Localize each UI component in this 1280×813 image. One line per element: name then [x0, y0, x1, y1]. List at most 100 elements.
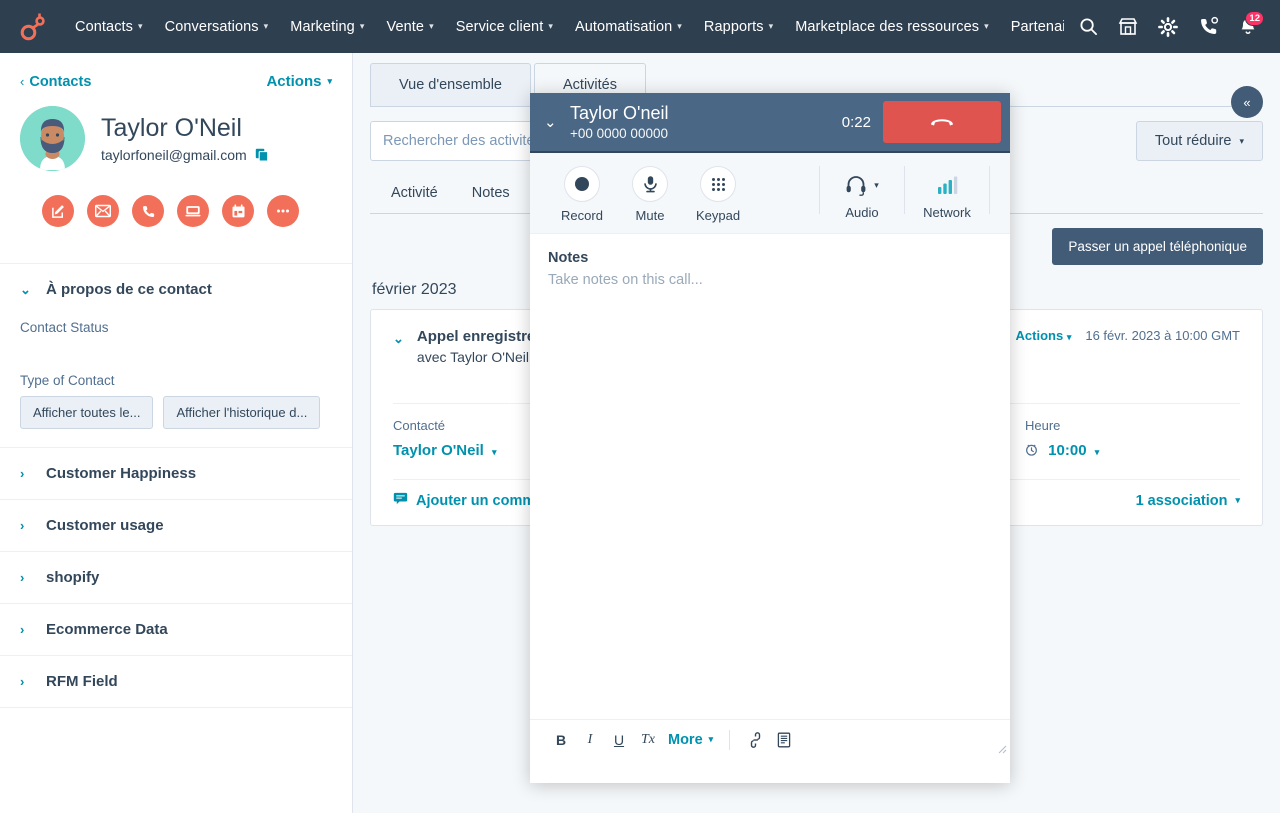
- microphone-icon: [632, 166, 668, 202]
- keypad-grid-icon: [700, 166, 736, 202]
- resize-handle[interactable]: [995, 742, 1007, 757]
- collapse-all-label: Tout réduire: [1155, 133, 1232, 149]
- audio-label: Audio: [822, 205, 902, 220]
- contact-sidebar: ‹ Contacts Actions ▾: [0, 53, 353, 813]
- task-calendar-icon[interactable]: [222, 195, 254, 227]
- notes-title: Notes: [548, 250, 992, 266]
- call-icon[interactable]: [132, 195, 164, 227]
- notes-editor-area[interactable]: [530, 288, 1010, 719]
- actions-dropdown[interactable]: Actions ▾: [266, 73, 332, 90]
- subtab-notes[interactable]: Notes: [472, 185, 510, 213]
- contacted-value[interactable]: Taylor O'Neil ▾: [393, 442, 497, 459]
- chevron-down-icon: ▾: [984, 21, 989, 32]
- make-phone-call-button[interactable]: Passer un appel téléphonique: [1052, 228, 1263, 265]
- call-timer: 0:22: [842, 114, 871, 131]
- activity-column-contacted: Contacté Taylor O'Neil ▾: [393, 418, 497, 459]
- record-control[interactable]: Record: [548, 166, 616, 223]
- sidebar-section-label: Ecommerce Data: [46, 621, 168, 638]
- italic-icon[interactable]: I: [577, 727, 603, 753]
- caret-down-icon: ▾: [492, 447, 497, 457]
- more-label: More: [668, 732, 703, 748]
- sidebar-section-ecommerce-data[interactable]: › Ecommerce Data: [0, 604, 352, 656]
- nav-item-service-client[interactable]: Service client ▾: [445, 0, 564, 53]
- more-ellipsis-icon[interactable]: [267, 195, 299, 227]
- nav-item-conversations[interactable]: Conversations ▾: [154, 0, 280, 53]
- association-label: 1 association: [1136, 493, 1228, 509]
- chevron-down-icon: ▾: [138, 21, 143, 32]
- nav-item-vente[interactable]: Vente ▾: [375, 0, 444, 53]
- subtab-label: Notes: [472, 185, 510, 201]
- underline-icon[interactable]: U: [606, 727, 632, 753]
- email-icon[interactable]: [87, 195, 119, 227]
- search-icon[interactable]: [1070, 9, 1106, 45]
- activity-timestamp: 16 févr. 2023 à 10:00 GMT: [1085, 328, 1240, 343]
- back-to-contacts-link[interactable]: ‹ Contacts: [20, 74, 91, 90]
- chevron-down-icon: ▾: [264, 21, 269, 32]
- chevron-down-icon: ▾: [677, 21, 682, 32]
- associations-dropdown[interactable]: 1 association ▾: [1136, 493, 1240, 509]
- collapse-all-button[interactable]: Tout réduire ▾: [1136, 121, 1263, 161]
- tab-vue-densemble[interactable]: Vue d'ensemble: [370, 63, 531, 106]
- nav-item-automatisation[interactable]: Automatisation ▾: [564, 0, 693, 53]
- mute-label: Mute: [616, 208, 684, 223]
- actions-label: Actions: [266, 73, 321, 90]
- notifications-bell-icon[interactable]: 12: [1230, 9, 1266, 45]
- chevron-right-icon: ›: [20, 570, 30, 585]
- sidebar-section-customer-happiness[interactable]: › Customer Happiness: [0, 447, 352, 500]
- link-icon[interactable]: [742, 727, 768, 753]
- nav-label: Marketing: [290, 19, 355, 35]
- nav-item-contacts[interactable]: Contacts ▾: [64, 0, 154, 53]
- toolbar-divider: [729, 730, 730, 750]
- sidebar-section-rfm-field[interactable]: › RFM Field: [0, 656, 352, 708]
- activity-actions-label: Actions: [1016, 328, 1064, 343]
- caller-name: Taylor O'neil: [570, 103, 842, 124]
- marketplace-icon[interactable]: [1110, 9, 1146, 45]
- call-notes-header: Notes Take notes on this call...: [530, 234, 1010, 288]
- clock-icon: [1025, 442, 1042, 459]
- sidebar-section-label: À propos de ce contact: [46, 281, 212, 298]
- bold-icon[interactable]: B: [548, 727, 574, 753]
- sidebar-section-about[interactable]: ⌄ À propos de ce contact: [0, 264, 352, 298]
- meeting-icon[interactable]: [177, 195, 209, 227]
- more-formatting-dropdown[interactable]: More ▾: [664, 732, 717, 748]
- back-link-label: Contacts: [29, 74, 91, 90]
- caret-down-icon: ▾: [874, 180, 879, 191]
- double-chevron-left-icon[interactable]: «: [1231, 86, 1263, 118]
- hangup-button[interactable]: [883, 101, 1001, 143]
- nav-item-marketing[interactable]: Marketing ▾: [279, 0, 375, 53]
- subtab-activite[interactable]: Activité: [391, 185, 438, 213]
- show-property-history-button[interactable]: Afficher l'historique d...: [163, 396, 320, 429]
- chevron-left-icon: ‹: [20, 74, 24, 89]
- contact-identity: Taylor O'Neil taylorfoneil@gmail.com: [20, 106, 332, 171]
- audio-control[interactable]: ▾ Audio: [822, 166, 902, 220]
- caret-down-icon: ▾: [327, 76, 332, 87]
- show-all-properties-button[interactable]: Afficher toutes le...: [20, 396, 153, 429]
- snippet-icon[interactable]: [771, 727, 797, 753]
- keypad-control[interactable]: Keypad: [684, 166, 752, 223]
- caret-down-icon: ▾: [1067, 332, 1072, 342]
- copy-icon[interactable]: [255, 148, 269, 162]
- nav-label: Contacts: [75, 19, 133, 35]
- nav-item-marketplace[interactable]: Marketplace des ressources ▾: [784, 0, 1000, 53]
- call-history-icon[interactable]: [1190, 9, 1226, 45]
- activity-actions-dropdown[interactable]: Actions ▾: [1016, 328, 1072, 343]
- nav-label: Conversations: [165, 19, 259, 35]
- sidebar-section-shopify[interactable]: › shopify: [0, 552, 352, 604]
- quick-action-icons: [42, 195, 332, 227]
- clear-format-icon[interactable]: Tx: [635, 727, 661, 753]
- sidebar-section-customer-usage[interactable]: › Customer usage: [0, 500, 352, 552]
- hubspot-sprocket-logo[interactable]: [14, 11, 52, 43]
- note-icon[interactable]: [42, 195, 74, 227]
- column-label: Heure: [1025, 418, 1240, 433]
- settings-gear-icon[interactable]: [1150, 9, 1186, 45]
- chevron-right-icon: ›: [20, 622, 30, 637]
- network-control[interactable]: Network: [907, 166, 987, 220]
- heure-time: 10:00: [1048, 442, 1086, 459]
- nav-item-partenaires[interactable]: Partenaires: [1000, 0, 1064, 53]
- chevron-down-icon[interactable]: ⌄: [393, 328, 404, 365]
- mute-control[interactable]: Mute: [616, 166, 684, 223]
- chevron-down-icon[interactable]: ⌄: [544, 113, 570, 131]
- heure-value[interactable]: 10:00 ▾: [1025, 442, 1240, 459]
- nav-item-rapports[interactable]: Rapports ▾: [693, 0, 784, 53]
- sidebar-section-label: Customer Happiness: [46, 465, 196, 482]
